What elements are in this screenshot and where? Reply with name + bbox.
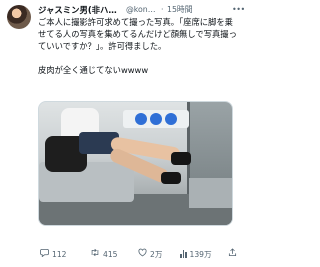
views-icon — [180, 250, 187, 258]
reply-count: 112 — [52, 249, 67, 259]
action-bar: 112 415 2万 139万 — [38, 247, 238, 261]
reply-icon — [40, 248, 49, 261]
sign-symbol — [150, 113, 162, 125]
share-icon — [228, 247, 237, 261]
views-count: 139万 — [189, 249, 212, 259]
retweet-button[interactable]: 415 — [90, 248, 118, 260]
photo-shoe — [171, 152, 191, 165]
user-handle[interactable]: @konm… — [126, 4, 160, 16]
more-icon[interactable]: ••• — [232, 4, 245, 16]
photo-seat-right — [189, 178, 232, 208]
photo-shoe — [161, 172, 181, 184]
timestamp[interactable]: 15時間 — [167, 4, 193, 16]
photo-priority-sign — [123, 110, 189, 128]
separator-dot: · — [161, 5, 164, 14]
tweet-text: ご本人に撮影許可求めて撮った写真。「座席に脚を乗せてる人の写真を集めてるんだけど… — [38, 17, 237, 75]
retweet-icon — [90, 248, 100, 261]
tweet: ジャスミン男(非ハ… @konm… · 15時間 ••• ご本人に撮影許可求めて… — [0, 0, 245, 267]
views-button[interactable]: 139万 — [180, 248, 212, 260]
heart-icon — [138, 248, 147, 261]
sign-symbol — [165, 113, 177, 125]
share-button[interactable] — [228, 247, 237, 261]
like-button[interactable]: 2万 — [138, 248, 162, 260]
tweet-photo[interactable] — [38, 101, 233, 226]
reply-button[interactable]: 112 — [40, 248, 67, 260]
retweet-count: 415 — [103, 249, 118, 259]
tweet-header: ジャスミン男(非ハ… @konm… · 15時間 ••• — [38, 4, 245, 16]
like-count: 2万 — [150, 249, 163, 259]
display-name[interactable]: ジャスミン男(非ハ… — [38, 4, 124, 16]
avatar[interactable] — [7, 5, 31, 29]
sign-symbol — [135, 113, 147, 125]
